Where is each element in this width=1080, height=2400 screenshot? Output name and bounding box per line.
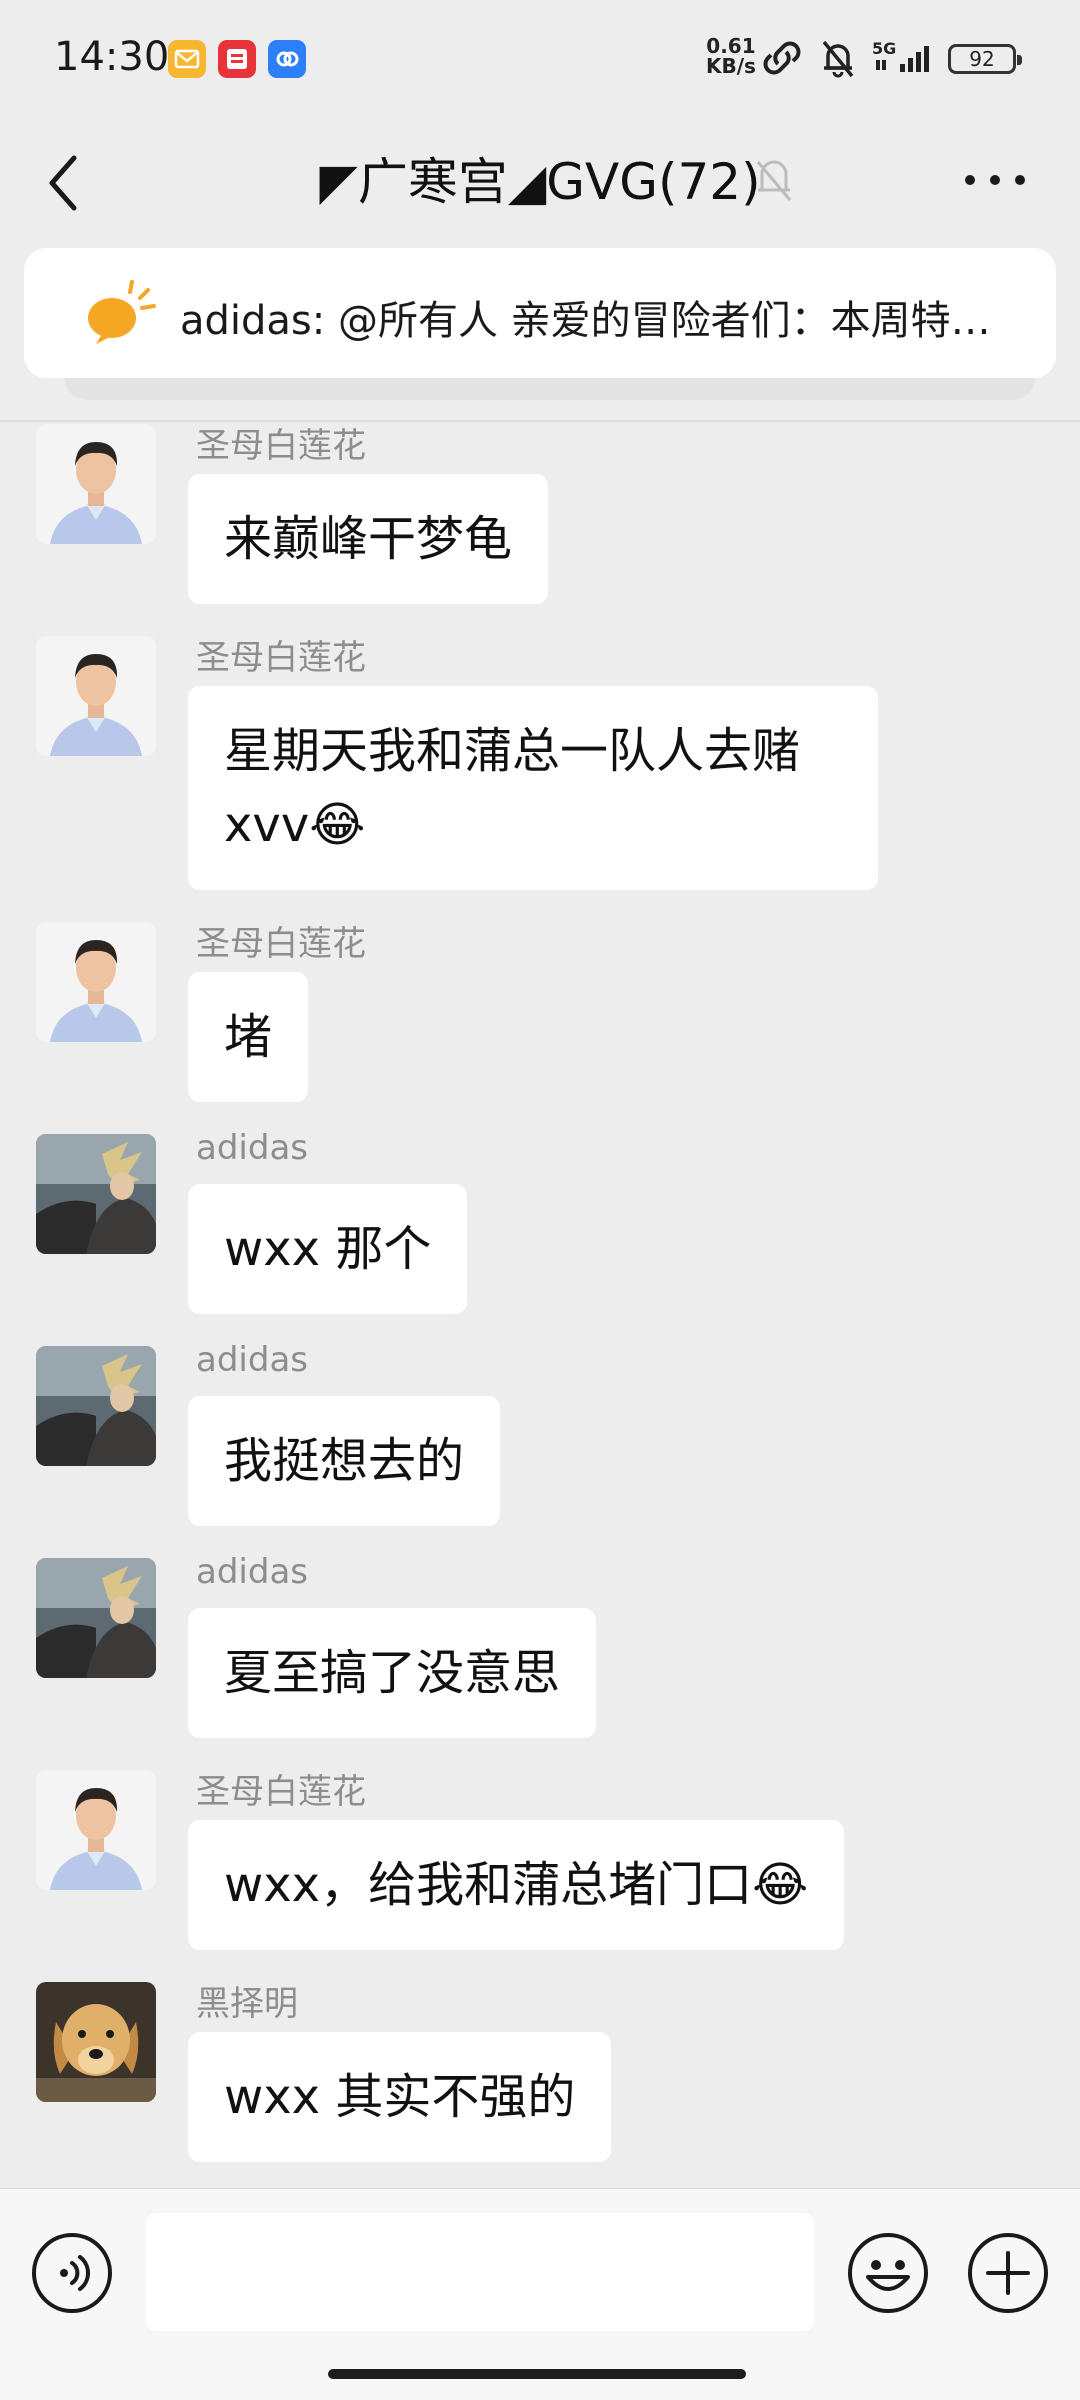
message-list[interactable]: 圣母白莲花 来巅峰干梦龟 圣母白莲花 星期天我和蒲总一队人去赌 xvv😂 圣母白… [0, 0, 1080, 2190]
more-functions-button[interactable] [966, 2231, 1050, 2319]
message-bubble[interactable]: 我挺想去的 [188, 1396, 501, 1526]
sender-name: adidas [196, 1128, 308, 1168]
message-text: 来巅峰干梦龟 [224, 511, 513, 567]
message-bubble[interactable]: 夏至搞了没意思 [188, 1608, 597, 1738]
message-bubble[interactable]: wxx 其实不强的 [188, 2032, 612, 2162]
anime-warrior-avatar[interactable] [36, 1558, 156, 1678]
sender-name: adidas [196, 1340, 308, 1380]
message-text-line-1: 星期天我和蒲总一队人去赌 [224, 723, 801, 779]
smiley-icon [848, 2233, 928, 2313]
message-text: wxx 那个 [224, 1221, 432, 1277]
man-blue-shirt-avatar[interactable] [36, 424, 156, 544]
sender-name: 圣母白莲花 [196, 638, 366, 678]
sender-name: 圣母白莲花 [196, 1772, 366, 1812]
message-bubble[interactable]: wxx，给我和蒲总堵门口😂 [188, 1820, 845, 1950]
message-text: xvv [224, 797, 310, 853]
sender-name: 圣母白莲花 [196, 924, 366, 964]
message-text: wxx 其实不强的 [224, 2069, 576, 2125]
man-blue-shirt-avatar[interactable] [36, 922, 156, 1042]
anime-warrior-avatar[interactable] [36, 1134, 156, 1254]
tears-of-joy-emoji: 😂 [752, 1857, 809, 1913]
anime-warrior-avatar[interactable] [36, 1346, 156, 1466]
sender-name: adidas [196, 1552, 308, 1592]
message-bubble[interactable]: 来巅峰干梦龟 [188, 474, 549, 604]
man-blue-shirt-avatar[interactable] [36, 636, 156, 756]
plus-circle-icon [968, 2233, 1048, 2313]
message-text: 夏至搞了没意思 [224, 1645, 561, 1701]
home-indicator[interactable] [328, 2369, 746, 2379]
message-text: wxx，给我和蒲总堵门口 [224, 1857, 753, 1913]
input-bar [0, 2188, 1080, 2400]
golden-retriever-avatar[interactable] [36, 1982, 156, 2102]
message-text-line-2: xvv😂 [224, 788, 842, 862]
message-bubble[interactable]: 星期天我和蒲总一队人去赌 xvv😂 [188, 686, 878, 890]
man-blue-shirt-avatar[interactable] [36, 1770, 156, 1890]
message-bubble[interactable]: wxx 那个 [188, 1184, 468, 1314]
message-input[interactable] [146, 2213, 814, 2331]
voice-button[interactable] [30, 2231, 114, 2319]
message-text: 我挺想去的 [224, 1433, 465, 1489]
message-text: 堵 [224, 1009, 273, 1065]
message-bubble[interactable]: 堵 [188, 972, 309, 1102]
sender-name: 圣母白莲花 [196, 426, 366, 466]
emoji-button[interactable] [846, 2231, 930, 2319]
sender-name: 黑择明 [196, 1984, 298, 2024]
tears-of-joy-emoji: 😂 [309, 797, 366, 853]
voice-icon [32, 2233, 112, 2313]
